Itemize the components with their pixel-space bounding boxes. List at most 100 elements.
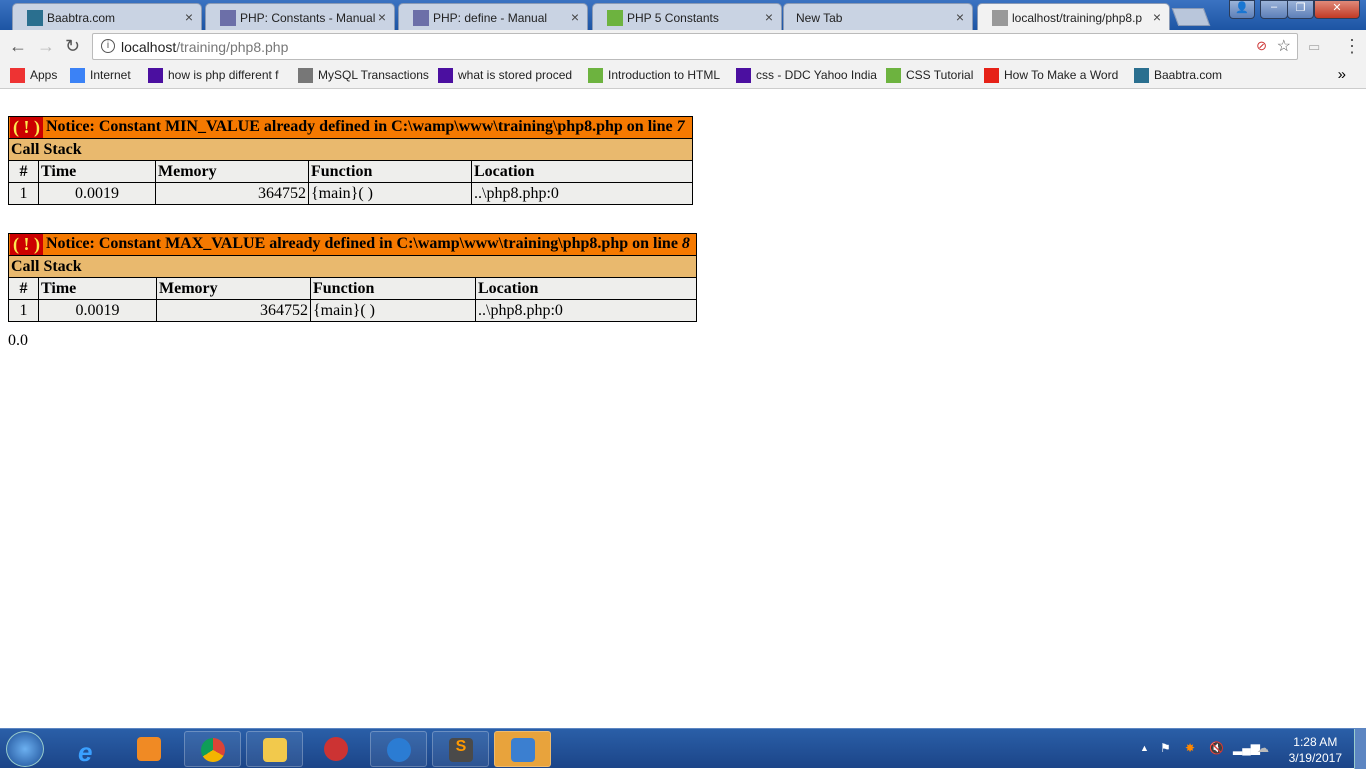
ie-taskbar-button[interactable]: e — [62, 731, 119, 767]
bookmark-2[interactable]: how is php different f — [148, 68, 279, 83]
close-icon[interactable]: × — [185, 9, 193, 25]
page-icon — [992, 10, 1008, 26]
search-icon — [70, 68, 85, 83]
tab-title: PHP: define - Manual — [433, 11, 548, 25]
bookmark-1[interactable]: Internet — [70, 68, 131, 83]
tab-3[interactable]: PHP 5 Constants × — [592, 3, 782, 30]
media-player-icon — [137, 737, 161, 761]
bookmark-3[interactable]: MySQL Transactions — [298, 68, 429, 83]
media-taskbar-button[interactable] — [121, 731, 178, 767]
bookmark-4[interactable]: what is stored proced — [438, 68, 573, 83]
volume-muted-icon[interactable]: 🔇 — [1209, 741, 1224, 755]
call-stack-label: Call Stack — [8, 255, 697, 278]
tab-title: localhost/training/php8.p — [1012, 11, 1143, 25]
user-button[interactable]: 👤 — [1229, 0, 1255, 19]
apps-icon — [10, 68, 25, 83]
ie-icon: e — [78, 737, 93, 767]
sublime-taskbar-button[interactable]: S — [432, 731, 489, 767]
start-button[interactable] — [6, 731, 44, 767]
bookmark-5[interactable]: Introduction to HTML — [588, 68, 721, 83]
star-icon[interactable]: ☆ — [1277, 36, 1291, 56]
call-stack-row: Call Stack — [8, 255, 697, 278]
chrome-taskbar-button[interactable] — [184, 731, 241, 767]
close-window-button[interactable]: ✕ — [1314, 0, 1360, 19]
xdebug-notice-table: ( ! ) Notice: Constant MIN_VALUE already … — [8, 116, 693, 205]
bookmark-label: Introduction to HTML — [608, 68, 721, 82]
explorer-taskbar-button[interactable] — [246, 731, 303, 767]
bookmark-label: CSS Tutorial — [906, 68, 974, 82]
wamp-icon — [324, 737, 348, 761]
onedrive-taskbar-button[interactable] — [370, 731, 427, 767]
bookmark-label: MySQL Transactions — [318, 68, 429, 82]
bookmark-label: css - DDC Yahoo India — [756, 68, 877, 82]
notice-header-row: ( ! ) Notice: Constant MIN_VALUE already … — [8, 116, 693, 139]
tab-1[interactable]: PHP: Constants - Manual × — [205, 3, 395, 30]
column-header: # — [8, 277, 39, 300]
table-cell: {main}( ) — [308, 182, 472, 205]
call-stack-label: Call Stack — [8, 138, 693, 161]
column-header: Function — [310, 277, 476, 300]
network-icon[interactable]: ▂▄▆ — [1233, 741, 1260, 755]
warning-icon: ( ! ) — [10, 117, 43, 138]
tab-4[interactable]: New Tab × — [783, 3, 973, 30]
column-header: Time — [38, 277, 157, 300]
bookmark-label: what is stored proced — [458, 68, 573, 82]
close-icon[interactable]: × — [956, 9, 964, 25]
tab-title: PHP 5 Constants — [627, 11, 719, 25]
w3-icon — [588, 68, 603, 83]
show-hidden-icons-button[interactable]: ▲ — [1140, 743, 1149, 753]
back-button[interactable]: ← — [9, 36, 27, 57]
reload-button[interactable]: ↻ — [65, 36, 80, 57]
extension-icon[interactable]: ▭ — [1308, 39, 1320, 55]
new-tab-button[interactable] — [1171, 8, 1211, 26]
flag-icon[interactable]: ⚑ — [1160, 741, 1171, 755]
warning-icon: ( ! ) — [10, 234, 43, 255]
bookmark-6[interactable]: css - DDC Yahoo India — [736, 68, 877, 83]
address-bar[interactable]: i localhost/training/php8.php ⊘ ☆ — [92, 33, 1298, 60]
address-path: /training/php8.php — [176, 39, 289, 55]
tab-0[interactable]: Baabtra.com × — [12, 3, 202, 30]
mysql-icon — [298, 68, 313, 83]
bookmark-9[interactable]: Baabtra.com — [1134, 68, 1222, 83]
avast-icon[interactable]: ✸ — [1185, 741, 1195, 755]
forward-button: → — [37, 36, 55, 56]
bookmarks-overflow-button[interactable]: » — [1338, 66, 1346, 83]
tab-title: New Tab — [796, 11, 843, 25]
close-icon[interactable]: × — [765, 9, 773, 25]
close-icon[interactable]: × — [378, 9, 386, 25]
clock-time: 1:28 AM — [1293, 735, 1338, 749]
bookmark-7[interactable]: CSS Tutorial — [886, 68, 974, 83]
info-icon[interactable]: i — [101, 39, 115, 53]
bookmark-8[interactable]: How To Make a Word — [984, 68, 1118, 83]
taskbar: e S ▲ ⚑ ✸ 🔇 ▂▄▆ ☁ 1:28 AM 3/19/2017 — [0, 728, 1366, 769]
notice-message: Notice: Constant MIN_VALUE already defin… — [45, 118, 677, 136]
maximize-button[interactable]: ❐ — [1287, 0, 1314, 19]
tab-5[interactable]: localhost/training/php8.p × — [977, 3, 1170, 30]
close-icon[interactable]: × — [1153, 9, 1161, 25]
script-output: 0.0 — [8, 332, 28, 349]
table-cell: 0.0019 — [38, 182, 156, 205]
yahoo-icon — [736, 68, 751, 83]
wamp-taskbar-button[interactable] — [308, 731, 365, 767]
table-cell: 1 — [8, 299, 39, 322]
bookmark-0[interactable]: Apps — [10, 68, 57, 83]
toolbar: ← → ↻ i localhost/training/php8.php ⊘ ☆ … — [0, 30, 1366, 63]
yahoo-icon — [438, 68, 453, 83]
table-cell: 1 — [8, 182, 39, 205]
cloud-icon[interactable]: ☁ — [1257, 741, 1269, 755]
menu-icon[interactable]: ⋮ — [1343, 36, 1361, 57]
close-icon[interactable]: × — [571, 9, 579, 25]
tab-title: PHP: Constants - Manual — [240, 11, 376, 25]
tab-2[interactable]: PHP: define - Manual × — [398, 3, 588, 30]
column-header: Time — [38, 160, 156, 183]
notice-message: Notice: Constant MAX_VALUE already defin… — [45, 235, 682, 253]
page-content: 0.0 ( ! ) Notice: Constant MIN_VALUE alre… — [0, 90, 1366, 728]
column-header: Function — [308, 160, 472, 183]
blocked-icon[interactable]: ⊘ — [1256, 38, 1267, 54]
active-app-taskbar-button[interactable] — [494, 731, 551, 767]
minimize-button[interactable]: – — [1260, 0, 1288, 19]
clock[interactable]: 1:28 AM 3/19/2017 — [1289, 734, 1342, 766]
column-header-row: # Time Memory Function Location — [8, 277, 697, 300]
show-desktop-button[interactable] — [1354, 729, 1366, 769]
table-cell: 0.0019 — [38, 299, 157, 322]
